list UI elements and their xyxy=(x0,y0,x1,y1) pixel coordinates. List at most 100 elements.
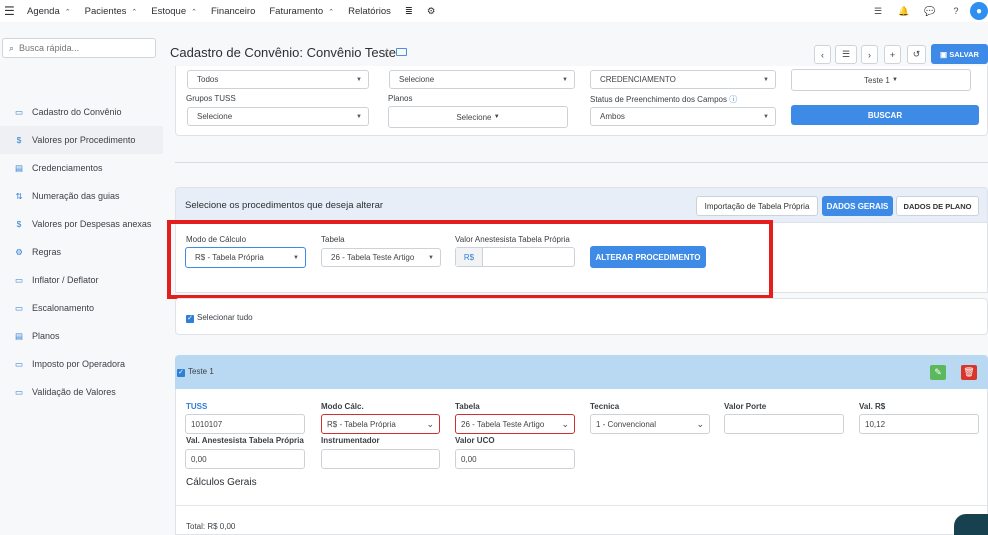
sidebar-item-despesas[interactable]: $ Valores por Despesas anexas xyxy=(0,210,163,238)
procedure-body: TUSS Modo Cálc. Tabela Tecnica Valor Por… xyxy=(175,389,988,535)
save-button[interactable]: ▣ SALVAR xyxy=(931,44,988,64)
chat-widget-button[interactable] xyxy=(954,514,988,535)
valor-porte-label: Valor Porte xyxy=(724,402,767,411)
sidebar-item-cadastro[interactable]: ▭ Cadastro do Convênio xyxy=(0,98,163,126)
sort-icon: ⇅ xyxy=(15,190,23,201)
valor-uco-input[interactable]: 0,00 xyxy=(455,449,575,469)
search-input[interactable] xyxy=(19,43,140,53)
divider xyxy=(176,505,987,506)
page-title: Cadastro de Convênio: Convênio Teste xyxy=(170,45,396,60)
tuss-label: TUSS xyxy=(186,402,208,411)
caret-down-icon: ▼ xyxy=(892,77,898,83)
chevron-updown-icon: ⌃ xyxy=(131,8,138,16)
chat-icon[interactable]: 💬 xyxy=(922,3,938,19)
quick-search[interactable]: ⌕ xyxy=(2,38,156,58)
tabela-select[interactable]: 26 - Tabela Teste Artigo ⌄ xyxy=(455,414,575,434)
sidebar-item-validacao[interactable]: ▭ Validação de Valores xyxy=(0,378,163,406)
nav-financeiro[interactable]: Financeiro xyxy=(211,6,255,17)
gear-icon[interactable]: ⚙ xyxy=(427,6,436,17)
database-icon[interactable]: ≣ xyxy=(405,6,413,17)
filters-panel: Todos ▼ Selecione ▼ CREDENCIAMENTO ▼ Teste … xyxy=(175,66,988,136)
nav-pacientes[interactable]: Pacientes ⌃ xyxy=(85,6,138,17)
val-anestesista-input[interactable]: 0,00 xyxy=(185,449,305,469)
caret-down-icon: ▼ xyxy=(763,113,769,120)
bulk-edit-title: Selecione os procedimentos que deseja al… xyxy=(185,200,384,211)
sidebar-item-imposto[interactable]: ▭ Imposto por Operadora xyxy=(0,350,163,378)
select-all-panel: ✓ Selecionar tudo xyxy=(175,298,988,335)
sidebar-item-valores-procedimento[interactable]: $ Valores por Procedimento xyxy=(0,126,163,154)
calculos-gerais-title: Cálculos Gerais xyxy=(186,477,257,488)
card-icon xyxy=(396,48,407,56)
chevron-updown-icon: ⌃ xyxy=(64,8,71,16)
grupos-tuss-select[interactable]: Selecione ▼ xyxy=(187,107,369,126)
trash-icon[interactable]: 🗑 xyxy=(961,365,977,380)
select-all-checkbox[interactable]: ✓ Selecionar tudo xyxy=(186,313,253,323)
grupos-tuss-label: Grupos TUSS xyxy=(186,94,236,103)
valor-porte-input[interactable] xyxy=(724,414,844,434)
highlight-box xyxy=(167,220,773,299)
nav-estoque[interactable]: Estoque ⌃ xyxy=(151,6,197,17)
history-button[interactable]: ↺ xyxy=(907,45,926,64)
tab-dados-gerais[interactable]: DADOS GERAIS xyxy=(822,196,893,216)
tecnica-select[interactable]: 1 - Convencional ⌄ xyxy=(590,414,710,434)
top-navbar: ☰ Agenda ⌃ Pacientes ⌃ Estoque ⌃ Financeiro… xyxy=(0,0,988,22)
sidebar-item-planos[interactable]: ▤ Planos xyxy=(0,322,163,350)
modo-calc-label: Modo Cálc. xyxy=(321,402,364,411)
money-icon: ▭ xyxy=(14,358,24,369)
money-icon: ▭ xyxy=(14,302,24,313)
procedure-header: ✓ Teste 1 ✎ 🗑 xyxy=(175,355,988,389)
sidebar-item-inflator[interactable]: ▭ Inflator / Deflator xyxy=(0,266,163,294)
status-label: Status de Preenchimento dos Campos ⓘ xyxy=(590,95,738,104)
tecnica-label: Tecnica xyxy=(590,402,620,411)
filter-selecione-select[interactable]: Selecione ▼ xyxy=(389,70,575,89)
money-icon: ▭ xyxy=(14,274,24,285)
modo-calc-select[interactable]: R$ - Tabela Própria ⌄ xyxy=(321,414,440,434)
chevron-updown-icon: ⌃ xyxy=(191,8,197,16)
procedure-checkbox[interactable]: ✓ Teste 1 xyxy=(177,367,214,377)
caret-down-icon: ▼ xyxy=(562,76,568,83)
chevron-down-icon: ⌄ xyxy=(426,418,434,429)
sidebar: ⌕ ▭Cadastro do Convênio $Valores por Pro… xyxy=(0,22,163,535)
add-button[interactable]: + xyxy=(884,45,901,64)
chevron-updown-icon: ⌃ xyxy=(328,8,335,16)
tab-dados-plano[interactable]: DADOS DE PLANO xyxy=(896,196,979,216)
nav-faturamento[interactable]: Faturamento ⌃ xyxy=(269,6,334,17)
nav-agenda[interactable]: Agenda ⌃ xyxy=(27,6,71,17)
filter-todos-select[interactable]: Todos ▼ xyxy=(187,70,369,89)
money-icon: ▭ xyxy=(14,386,24,397)
sidebar-item-escalonamento[interactable]: ▭ Escalonamento xyxy=(0,294,163,322)
bell-icon[interactable]: 🔔 xyxy=(896,3,912,19)
planos-select[interactable]: Selecione ▼ xyxy=(388,106,568,128)
val-rs-label: Val. R$ xyxy=(859,402,886,411)
caret-down-icon: ▼ xyxy=(763,76,769,83)
sidebar-item-credenciamentos[interactable]: ▤ Credenciamentos xyxy=(0,154,163,182)
caret-down-icon: ▼ xyxy=(356,76,362,83)
prev-button[interactable]: ‹ xyxy=(814,45,831,64)
bulk-edit-header: Selecione os procedimentos que deseja al… xyxy=(175,187,988,223)
filter-credenciamento-select[interactable]: CREDENCIAMENTO ▼ xyxy=(590,70,776,89)
val-anestesista-label: Val. Anestesista Tabela Própria xyxy=(186,436,304,445)
user-avatar-icon[interactable]: ● xyxy=(970,2,988,20)
list-icon[interactable]: ☰ xyxy=(870,3,886,19)
tuss-input[interactable]: 1010107 xyxy=(185,414,305,434)
nav-relatorios[interactable]: Relatórios xyxy=(348,6,391,17)
tab-importacao[interactable]: Importação de Tabela Própria xyxy=(696,196,818,216)
instrumentador-input[interactable] xyxy=(321,449,440,469)
filter-teste-select[interactable]: Teste 1 ▼ xyxy=(791,69,971,91)
buscar-button[interactable]: BUSCAR xyxy=(791,105,979,125)
help-icon[interactable]: ? xyxy=(948,3,964,19)
tabela-label: Tabela xyxy=(455,402,480,411)
chevron-down-icon: ⌄ xyxy=(561,418,569,429)
val-rs-input[interactable]: 10,12 xyxy=(859,414,979,434)
edit-icon[interactable]: ✎ xyxy=(930,365,946,380)
checkbox-checked-icon: ✓ xyxy=(186,315,194,323)
info-icon[interactable]: ⓘ xyxy=(729,95,737,104)
sidebar-item-numeracao[interactable]: ⇅ Numeração das guias xyxy=(0,182,163,210)
list-icon: ▤ xyxy=(14,330,24,341)
hamburger-icon[interactable]: ☰ xyxy=(4,4,15,18)
status-select[interactable]: Ambos ▼ xyxy=(590,107,776,126)
sidebar-item-regras[interactable]: ⚙ Regras xyxy=(0,238,163,266)
next-button[interactable]: › xyxy=(861,45,878,64)
list-button[interactable]: ☰ xyxy=(835,45,857,64)
document-icon: ▤ xyxy=(14,162,24,173)
